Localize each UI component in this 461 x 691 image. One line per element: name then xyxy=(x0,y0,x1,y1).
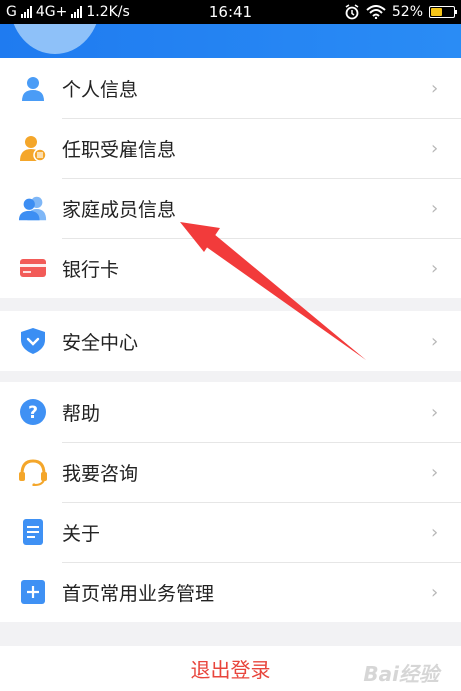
help-icon: ? xyxy=(18,397,48,427)
document-icon xyxy=(18,517,48,547)
employee-badge-icon xyxy=(18,133,48,163)
chevron-right-icon: › xyxy=(431,521,439,543)
logout-label: 退出登录 xyxy=(190,658,271,682)
status-left: G 4G+ 1.2K/s xyxy=(6,4,231,20)
menu-item-family-info[interactable]: 家庭成员信息 › xyxy=(0,178,461,238)
chevron-right-icon: › xyxy=(431,401,439,423)
menu-group-support: ? 帮助 › 我要咨询 › 关于 › 首页常用业务管理 › xyxy=(0,382,461,622)
chevron-right-icon: › xyxy=(431,330,439,352)
menu-item-label: 安全中心 xyxy=(62,331,139,354)
svg-text:?: ? xyxy=(28,403,38,423)
shield-icon xyxy=(18,326,48,356)
status-bar: G 4G+ 1.2K/s 16:41 52% xyxy=(0,0,461,24)
bank-card-icon xyxy=(18,253,48,283)
chevron-right-icon: › xyxy=(431,257,439,279)
menu-item-about[interactable]: 关于 › xyxy=(0,502,461,562)
menu-item-label: 任职受雇信息 xyxy=(62,138,177,161)
menu-item-consult[interactable]: 我要咨询 › xyxy=(0,442,461,502)
menu-item-label: 我要咨询 xyxy=(62,462,139,485)
chevron-right-icon: › xyxy=(431,581,439,603)
network-label: 4G+ xyxy=(35,4,68,20)
menu-item-personal-info[interactable]: 个人信息 › xyxy=(0,58,461,118)
chevron-right-icon: › xyxy=(431,197,439,219)
menu-group-security: 安全中心 › xyxy=(0,311,461,371)
menu-item-help[interactable]: ? 帮助 › xyxy=(0,382,461,442)
person-icon xyxy=(18,73,48,103)
alarm-icon xyxy=(345,4,359,20)
menu-item-label: 首页常用业务管理 xyxy=(62,582,215,605)
watermark-logo: Bai经验 xyxy=(363,662,439,686)
profile-header xyxy=(0,24,461,58)
signal-icon-2 xyxy=(71,6,83,18)
headset-icon xyxy=(18,457,48,487)
chevron-right-icon: › xyxy=(431,77,439,99)
menu-group-personal: 个人信息 › 任职受雇信息 › 家庭成员信息 › 银行卡 › xyxy=(0,58,461,298)
plus-square-icon xyxy=(18,577,48,607)
menu-item-employment-info[interactable]: 任职受雇信息 › xyxy=(0,118,461,178)
menu-item-label: 家庭成员信息 xyxy=(62,198,177,221)
menu-item-label: 个人信息 xyxy=(62,78,139,101)
chevron-right-icon: › xyxy=(431,461,439,483)
battery-icon xyxy=(429,6,457,18)
menu-item-homepage-services[interactable]: 首页常用业务管理 › xyxy=(0,562,461,622)
menu-item-bank-card[interactable]: 银行卡 › xyxy=(0,238,461,298)
carrier-label: G xyxy=(6,4,17,20)
status-right: 52% xyxy=(231,4,457,20)
battery-percent: 52% xyxy=(391,4,423,20)
menu-item-label: 帮助 xyxy=(62,402,101,425)
menu-item-label: 关于 xyxy=(62,522,101,545)
menu-item-label: 银行卡 xyxy=(62,258,120,281)
battery-fill xyxy=(431,8,442,16)
wifi-icon xyxy=(366,5,386,19)
chevron-right-icon: › xyxy=(431,137,439,159)
menu-item-security-center[interactable]: 安全中心 › xyxy=(0,311,461,371)
network-speed: 1.2K/s xyxy=(86,4,130,20)
signal-icon xyxy=(20,6,32,18)
family-members-icon xyxy=(18,193,48,223)
avatar[interactable] xyxy=(10,24,100,54)
